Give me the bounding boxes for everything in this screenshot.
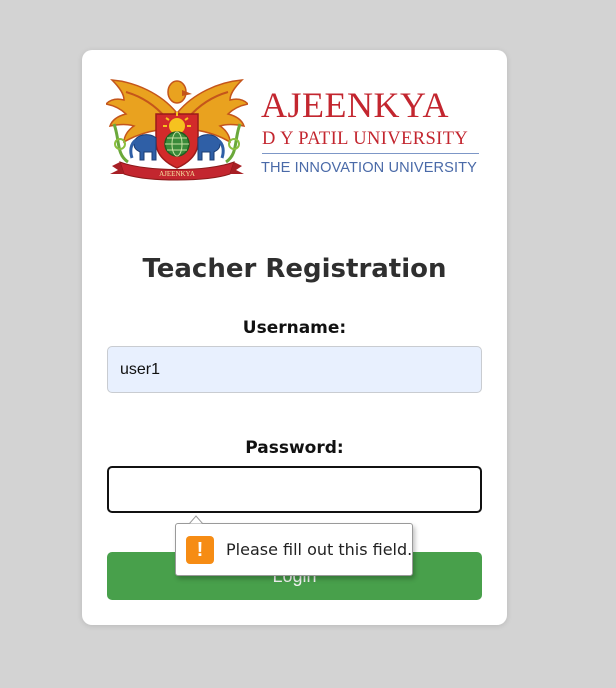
university-logo: AJEENKYA AJEENKYA D Y PATIL UNIVERSITY T… bbox=[106, 74, 482, 186]
password-label: Password: bbox=[245, 438, 344, 458]
page-title: Teacher Registration bbox=[142, 254, 447, 284]
validation-tooltip: ! Please fill out this field. bbox=[175, 515, 413, 576]
page: AJEENKYA AJEENKYA D Y PATIL UNIVERSITY T… bbox=[0, 0, 616, 688]
validation-message: Please fill out this field. bbox=[226, 540, 413, 559]
ribbon-text: AJEENKYA bbox=[159, 170, 195, 178]
logo-divider bbox=[262, 153, 479, 154]
university-emblem-icon: AJEENKYA bbox=[106, 79, 248, 181]
tooltip-arrow bbox=[189, 515, 203, 529]
password-input[interactable] bbox=[107, 466, 482, 513]
logo-main-text: AJEENKYA bbox=[261, 85, 449, 125]
logo-sub-text: D Y PATIL UNIVERSITY bbox=[262, 129, 469, 149]
username-label: Username: bbox=[242, 318, 347, 338]
warning-icon: ! bbox=[186, 536, 214, 564]
username-input[interactable] bbox=[107, 346, 482, 393]
logo-tagline: THE INNOVATION UNIVERSITY bbox=[261, 160, 478, 176]
